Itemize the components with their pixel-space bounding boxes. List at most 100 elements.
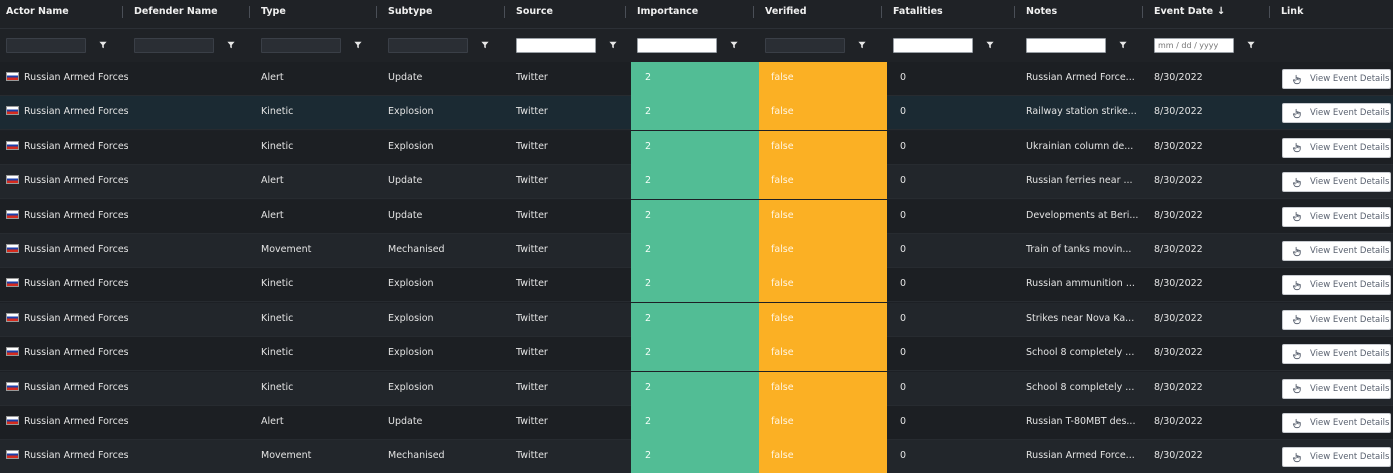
filter-icon[interactable] — [479, 39, 491, 51]
view-event-details-button[interactable]: View Event Details — [1282, 172, 1391, 193]
source-cell: Twitter — [510, 234, 631, 268]
subtype-cell: Update — [382, 406, 510, 440]
column-header-defender[interactable]: Defender Name — [128, 0, 249, 28]
table-row[interactable]: Russian Armed Forces Kinetic Explosion Twit… — [0, 371, 1393, 406]
defender-cell — [128, 337, 255, 371]
hand-pointer-icon — [1292, 108, 1310, 119]
hand-pointer-icon — [1292, 452, 1310, 463]
fatalities-value: 0 — [900, 175, 907, 187]
table-row[interactable]: Russian Armed Forces Kinetic Explosion Twit… — [0, 268, 1393, 303]
table-row[interactable]: Russian Armed Forces Kinetic Explosion Twit… — [0, 302, 1393, 337]
column-header-source[interactable]: Source — [510, 0, 631, 28]
view-event-details-label: View Event Details — [1310, 314, 1390, 325]
source-value: Twitter — [516, 381, 548, 393]
table-row[interactable]: Russian Armed Forces Alert Update Twitter 2 f… — [0, 199, 1393, 234]
column-resize-handle[interactable] — [249, 6, 250, 18]
table-row[interactable]: Russian Armed Forces Movement Mechanised Tw… — [0, 440, 1393, 473]
table-row[interactable]: Russian Armed Forces Alert Update Twitter 2 f… — [0, 62, 1393, 96]
notes-cell: Ukrainian column de... — [1020, 131, 1148, 165]
notes-filter-input[interactable] — [1026, 38, 1106, 53]
table-row[interactable]: Russian Armed Forces Alert Update Twitter 2 f… — [0, 165, 1393, 200]
actor-value: Russian Armed Forces — [24, 106, 128, 118]
column-header-label: Event Date — [1154, 6, 1214, 17]
importance-cell: 2 — [631, 199, 759, 234]
column-resize-handle[interactable] — [625, 6, 626, 18]
filter-icon[interactable] — [607, 39, 619, 51]
column-header-verified[interactable]: Verified — [759, 0, 887, 28]
fatalities-cell: 0 — [887, 234, 1020, 268]
table-row[interactable]: Russian Armed Forces Kinetic Explosion Twit… — [0, 96, 1393, 131]
table-row[interactable]: Russian Armed Forces Alert Update Twitter 2 f… — [0, 406, 1393, 440]
verified-filter-input[interactable] — [765, 38, 845, 53]
view-event-details-button[interactable]: View Event Details — [1282, 309, 1391, 330]
table-row[interactable]: Russian Armed Forces Movement Mechanised Tw… — [0, 234, 1393, 268]
table-row[interactable]: Russian Armed Forces Kinetic Explosion Twit… — [0, 130, 1393, 165]
view-event-details-button[interactable]: View Event Details — [1282, 137, 1391, 158]
source-cell: Twitter — [510, 372, 631, 406]
view-event-details-button[interactable]: View Event Details — [1282, 69, 1391, 89]
hand-pointer-icon — [1292, 314, 1310, 325]
column-header-actor[interactable]: Actor Name — [0, 0, 121, 28]
column-resize-handle[interactable] — [1014, 6, 1015, 18]
column-resize-handle[interactable] — [376, 6, 377, 18]
notes-cell: Developments at Beri... — [1020, 200, 1148, 234]
view-event-details-button[interactable]: View Event Details — [1282, 275, 1391, 296]
filter-icon[interactable] — [1117, 39, 1129, 51]
view-event-details-button[interactable]: View Event Details — [1282, 447, 1391, 468]
verified-value: false — [771, 175, 794, 187]
event-date-value: 8/30/2022 — [1154, 106, 1203, 118]
column-resize-handle[interactable] — [1269, 6, 1270, 18]
subtype-cell: Explosion — [382, 372, 510, 406]
filter-icon[interactable] — [984, 39, 996, 51]
importance-value: 2 — [645, 312, 652, 324]
importance-filter-input[interactable] — [637, 38, 717, 53]
column-header-link[interactable]: Link — [1275, 0, 1393, 28]
filter-icon[interactable] — [728, 39, 740, 51]
type-value: Kinetic — [261, 312, 294, 324]
view-event-details-button[interactable]: View Event Details — [1282, 413, 1391, 433]
type-filter-input[interactable] — [261, 38, 341, 53]
view-event-details-button[interactable]: View Event Details — [1282, 206, 1391, 227]
subtype-cell: Mechanised — [382, 440, 510, 473]
view-event-details-button[interactable]: View Event Details — [1282, 241, 1391, 261]
column-resize-handle[interactable] — [504, 6, 505, 18]
actor-filter-input[interactable] — [6, 38, 86, 53]
column-header-fatalities[interactable]: Fatalities — [887, 0, 1015, 28]
column-header-subtype[interactable]: Subtype — [382, 0, 510, 28]
source-value: Twitter — [516, 278, 548, 290]
arrow-down-icon[interactable]: ↓ — [1217, 0, 1225, 24]
event-date-filter-input[interactable] — [1154, 38, 1234, 53]
column-header-event-date[interactable]: Event Date ↓ — [1148, 0, 1275, 28]
verified-cell: false — [759, 199, 887, 234]
view-event-details-button[interactable]: View Event Details — [1282, 378, 1391, 399]
view-event-details-button[interactable]: View Event Details — [1282, 344, 1391, 365]
column-header-type[interactable]: Type — [255, 0, 382, 28]
table-row[interactable]: Russian Armed Forces Kinetic Explosion Twit… — [0, 337, 1393, 372]
filter-icon[interactable] — [97, 39, 109, 51]
source-value: Twitter — [516, 450, 548, 462]
column-resize-handle[interactable] — [122, 6, 123, 18]
view-event-details-button[interactable]: View Event Details — [1282, 103, 1391, 124]
column-resize-handle[interactable] — [1142, 6, 1143, 18]
column-header-importance[interactable]: Importance — [631, 0, 759, 28]
filter-icon[interactable] — [856, 39, 868, 51]
source-filter-input[interactable] — [516, 38, 596, 53]
grid-header-row: Actor Name Defender Name Type Subtype Source… — [0, 0, 1393, 29]
event-date-cell: 8/30/2022 — [1148, 234, 1275, 268]
filter-icon[interactable] — [1245, 39, 1257, 51]
filter-icon[interactable] — [225, 39, 237, 51]
defender-filter-input[interactable] — [134, 38, 214, 53]
column-resize-handle[interactable] — [881, 6, 882, 18]
importance-cell: 2 — [631, 96, 759, 131]
subtype-value: Mechanised — [388, 244, 445, 255]
hand-pointer-icon — [1292, 280, 1310, 291]
russia-flag-icon — [6, 416, 19, 425]
column-header-notes[interactable]: Notes — [1020, 0, 1141, 28]
type-cell: Alert — [255, 165, 382, 199]
filter-icon[interactable] — [352, 39, 364, 51]
subtype-filter-input[interactable] — [388, 38, 468, 53]
importance-cell: 2 — [631, 268, 759, 303]
fatalities-filter-input[interactable] — [893, 38, 973, 53]
source-value: Twitter — [516, 209, 548, 221]
column-resize-handle[interactable] — [753, 6, 754, 18]
